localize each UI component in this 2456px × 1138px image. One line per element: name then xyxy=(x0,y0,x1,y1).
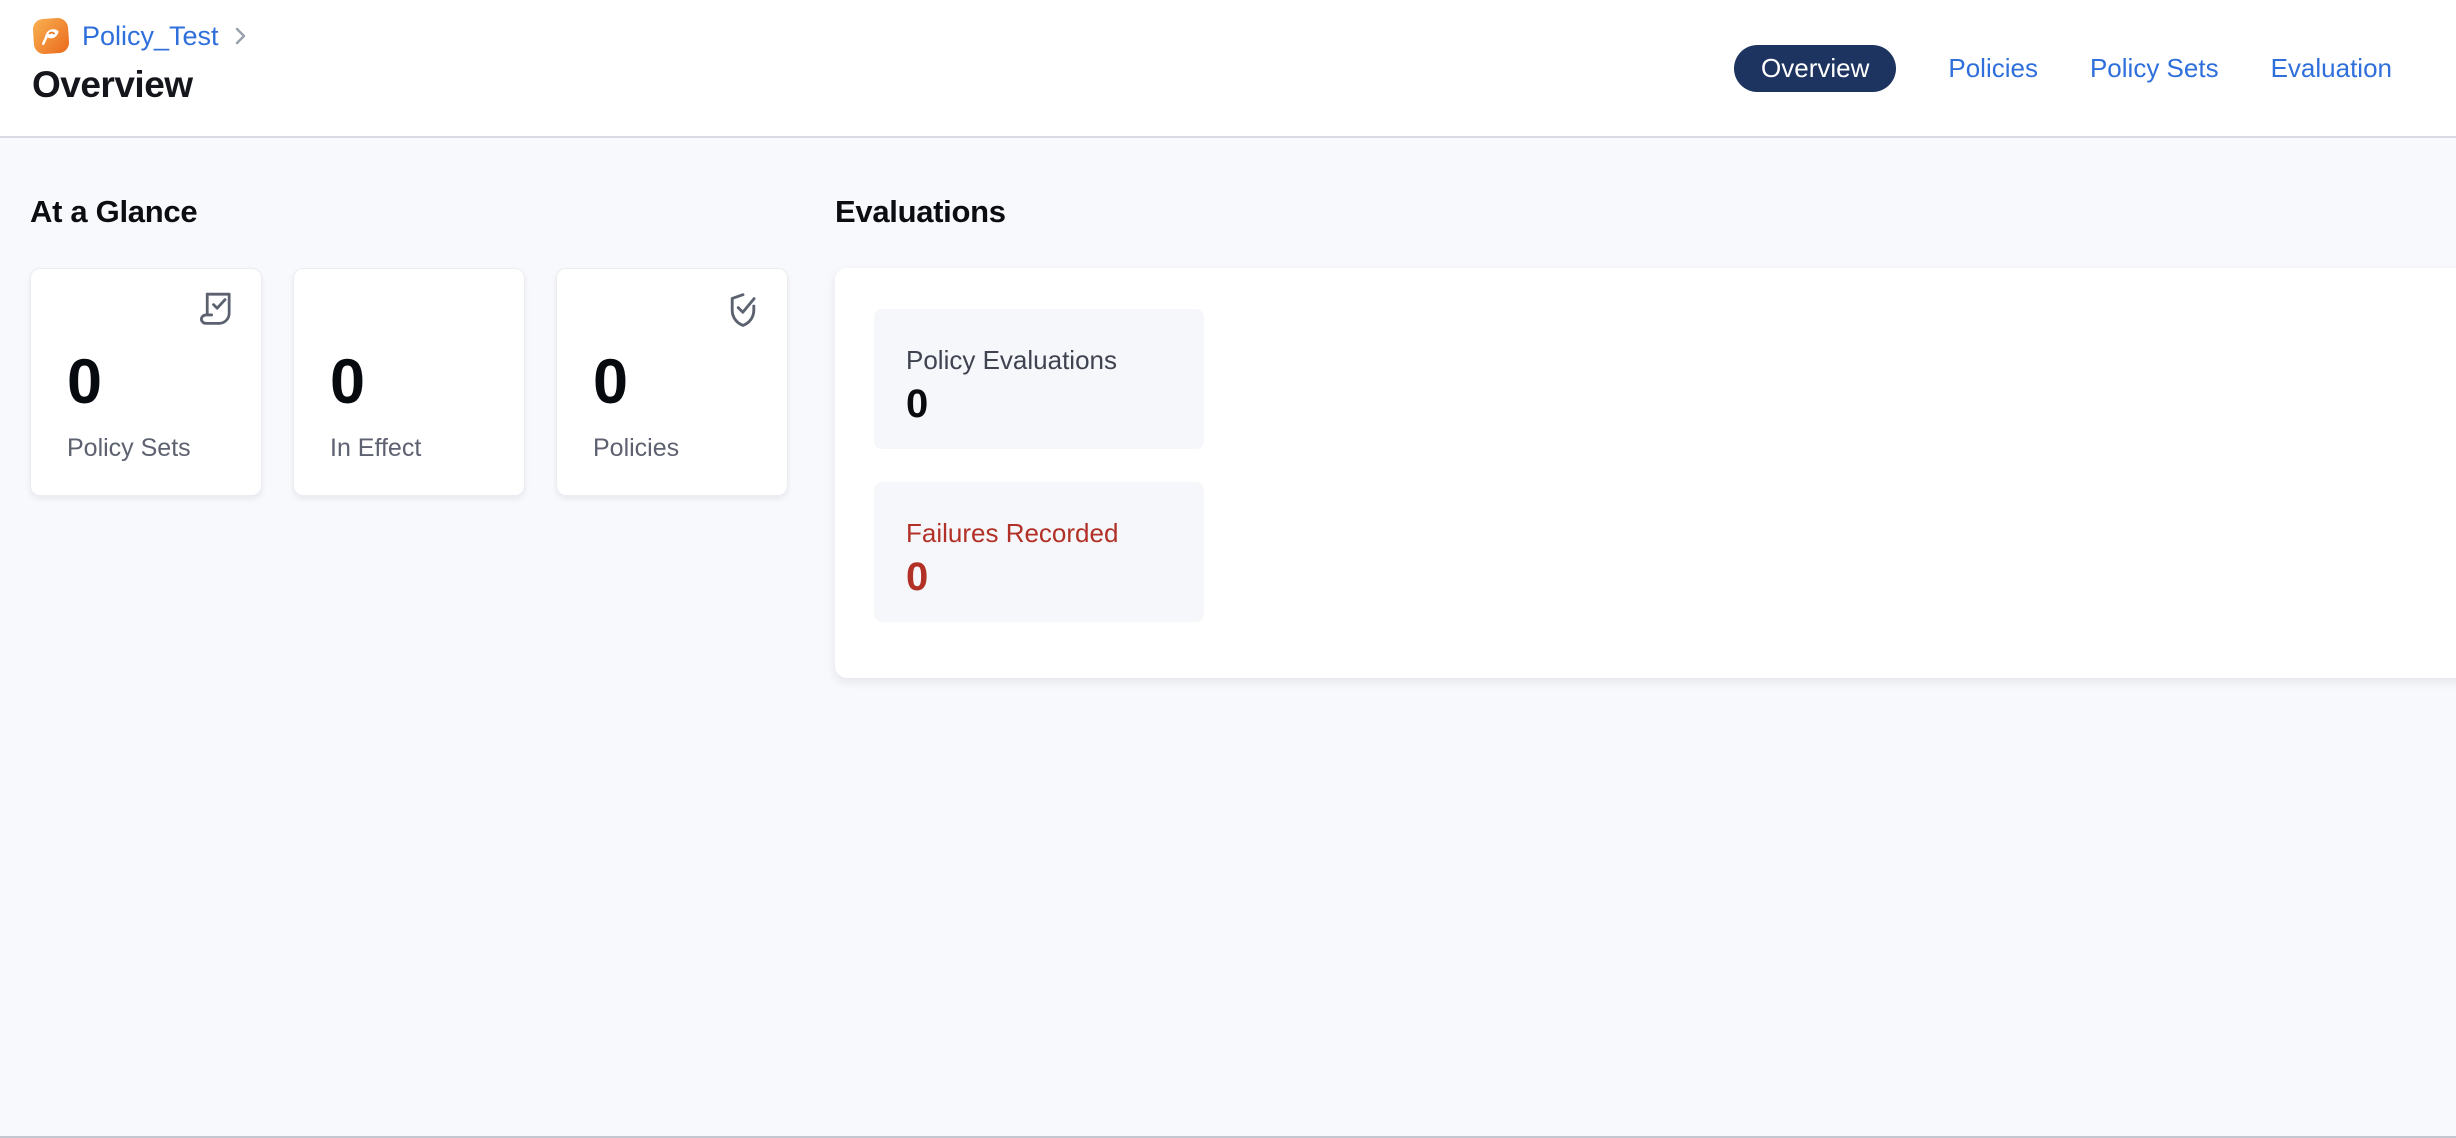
stat-label: Policies xyxy=(593,434,763,463)
failures-recorded-tile: Failures Recorded 0 xyxy=(874,482,1204,622)
tab-policies[interactable]: Policies xyxy=(1948,53,2038,84)
evaluations-heading: Evaluations xyxy=(835,194,2456,230)
top-nav: Overview Policies Policy Sets Evaluation xyxy=(1734,45,2392,92)
chevron-right-icon xyxy=(233,24,248,48)
scroll-check-icon xyxy=(197,289,235,333)
at-a-glance-section: At a Glance 0 Policy Sets xyxy=(30,194,788,496)
stat-value: 0 xyxy=(593,351,763,414)
stat-card-policies: 0 Policies xyxy=(556,268,788,496)
policy-evaluations-tile: Policy Evaluations 0 xyxy=(874,309,1204,449)
at-a-glance-heading: At a Glance xyxy=(30,194,788,230)
stat-value: 0 xyxy=(330,351,500,414)
failures-recorded-label: Failures Recorded xyxy=(906,518,1172,549)
tab-evaluation[interactable]: Evaluation xyxy=(2271,53,2392,84)
stat-label: Policy Sets xyxy=(67,434,237,463)
tab-overview[interactable]: Overview xyxy=(1734,45,1896,92)
page-header: Policy_Test Overview Overview Policies P… xyxy=(0,0,2456,138)
policy-evaluations-label: Policy Evaluations xyxy=(906,345,1172,376)
shield-check-icon xyxy=(725,289,761,331)
failures-recorded-value: 0 xyxy=(906,557,1172,597)
glance-cards-row: 0 Policy Sets 0 In Effect 0 Polici xyxy=(30,268,788,496)
main-content: At a Glance 0 Policy Sets xyxy=(0,138,2456,678)
sentinel-policy-logo-icon xyxy=(32,17,70,55)
stat-label: In Effect xyxy=(330,434,500,463)
app-viewport: Policy_Test Overview Overview Policies P… xyxy=(0,0,2456,1138)
breadcrumb-org-link[interactable]: Policy_Test xyxy=(82,21,219,52)
evaluations-card: Policy Evaluations 0 Failures Recorded 0 xyxy=(835,268,2456,678)
tab-policy-sets[interactable]: Policy Sets xyxy=(2090,53,2219,84)
evaluations-section: Evaluations Policy Evaluations 0 Failure… xyxy=(835,194,2456,678)
stat-card-in-effect: 0 In Effect xyxy=(293,268,525,496)
stat-card-policy-sets: 0 Policy Sets xyxy=(30,268,262,496)
policy-evaluations-value: 0 xyxy=(906,384,1172,424)
stat-value: 0 xyxy=(67,351,237,414)
